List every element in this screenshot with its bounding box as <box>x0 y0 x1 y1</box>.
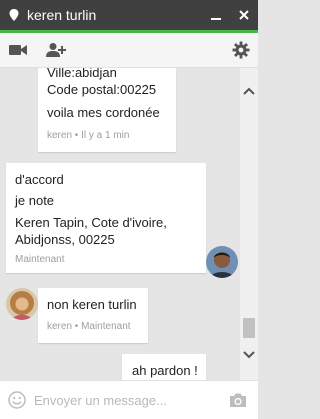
message-line: voila mes cordonée <box>47 105 160 120</box>
message-meta: keren • Il y a 1 min <box>47 130 130 141</box>
avatar[interactable] <box>6 288 38 320</box>
message-bubble: ah pardon ! <box>122 354 206 380</box>
send-photo-button[interactable] <box>218 392 258 408</box>
close-button[interactable] <box>230 0 258 30</box>
message-line: d'accord <box>15 172 64 187</box>
message-list[interactable]: Ville:abidjan Code postal:00225 voila me… <box>0 68 240 380</box>
message-bubble: d'accord je note Keren Tapin, Cote d'ivo… <box>6 163 206 273</box>
contact-name[interactable]: keren turlin <box>27 7 202 23</box>
message-line: Ville:abidjan <box>47 68 117 80</box>
chevron-up-icon <box>243 87 255 95</box>
add-person-button[interactable] <box>40 33 72 68</box>
scroll-down-button[interactable] <box>240 346 258 364</box>
video-call-button[interactable] <box>2 33 34 68</box>
avatar-photo <box>6 288 38 320</box>
camera-icon <box>230 393 246 407</box>
close-icon <box>239 10 249 20</box>
chevron-down-icon <box>243 351 255 359</box>
settings-gear-icon <box>232 41 250 59</box>
minimize-icon <box>211 18 221 20</box>
chat-toolbar <box>0 33 258 68</box>
scroll-thumb[interactable] <box>243 318 255 338</box>
message-bubble: non keren turlin keren • Maintenant <box>38 288 148 343</box>
message-line: Keren Tapin, Cote d'ivoire, <box>15 215 167 230</box>
message-bubble: Ville:abidjan Code postal:00225 voila me… <box>38 68 176 152</box>
message-line: non keren turlin <box>47 297 137 312</box>
scrollbar[interactable] <box>240 68 258 380</box>
emoji-button[interactable] <box>0 391 34 409</box>
message-input[interactable] <box>34 385 218 415</box>
message-line: je note <box>15 193 55 208</box>
video-call-icon <box>9 45 27 55</box>
avatar[interactable] <box>206 246 238 278</box>
settings-button[interactable] <box>224 33 258 68</box>
message-meta: keren • Maintenant <box>47 321 131 332</box>
message-line: ah pardon ! <box>132 363 198 378</box>
message-line: Code postal:00225 <box>47 82 157 97</box>
location-pin-icon <box>9 9 19 21</box>
avatar-photo <box>206 246 238 278</box>
add-person-icon <box>46 43 66 57</box>
message-meta: Maintenant <box>15 254 65 265</box>
message-line: Abidjonss, 00225 <box>15 232 115 247</box>
chat-title-bar: keren turlin <box>0 0 258 33</box>
scroll-up-button[interactable] <box>240 82 258 100</box>
emoji-smiley-icon <box>8 391 26 409</box>
minimize-button[interactable] <box>202 0 230 30</box>
message-input-bar <box>0 380 258 419</box>
